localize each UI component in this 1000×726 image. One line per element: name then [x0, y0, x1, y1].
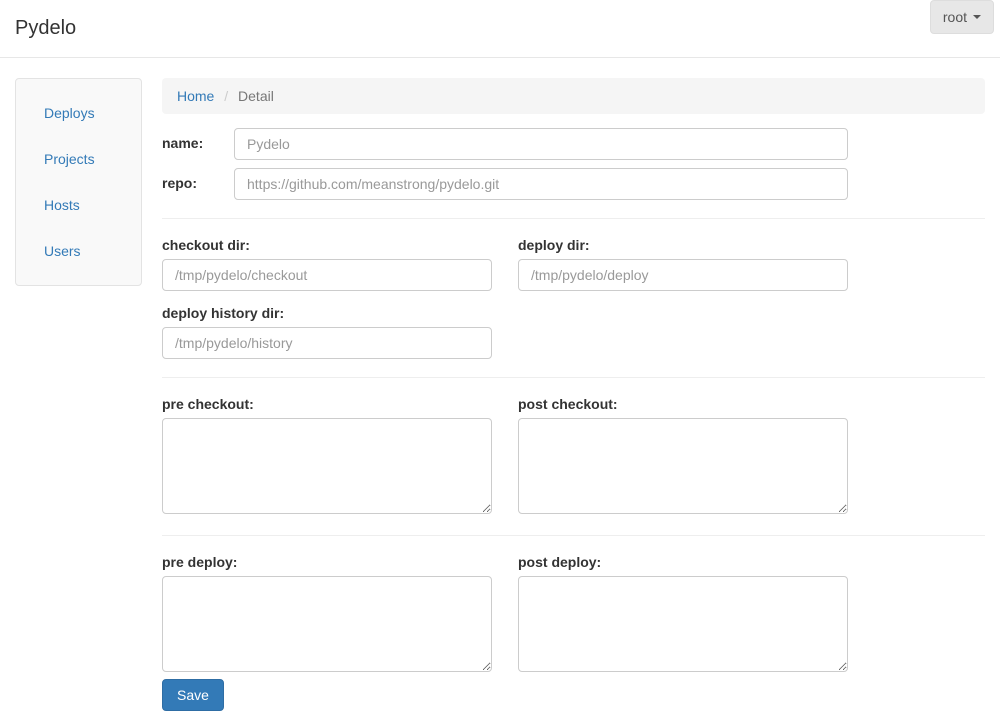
checkout-dir-input[interactable] — [162, 259, 492, 291]
post-checkout-label: post checkout: — [518, 396, 848, 412]
save-button[interactable]: Save — [162, 679, 224, 711]
pre-deploy-label: pre deploy: — [162, 554, 492, 570]
main-content: Home / Detail name: repo: checkout dir: — [162, 78, 985, 711]
breadcrumb-home[interactable]: Home — [177, 88, 214, 104]
navbar: Pydelo — [0, 0, 1000, 58]
post-deploy-input[interactable] — [518, 576, 848, 672]
deploy-dir-label: deploy dir: — [518, 237, 848, 253]
breadcrumb-separator: / — [218, 88, 234, 104]
name-label: name: — [162, 128, 234, 151]
pre-deploy-input[interactable] — [162, 576, 492, 672]
sidebar-item-hosts[interactable]: Hosts — [16, 189, 141, 221]
repo-input[interactable] — [234, 168, 848, 200]
breadcrumb: Home / Detail — [162, 78, 985, 114]
sidebar-item-deploys[interactable]: Deploys — [16, 97, 141, 129]
deploy-history-dir-input[interactable] — [162, 327, 492, 359]
checkout-dir-label: checkout dir: — [162, 237, 492, 253]
name-input[interactable] — [234, 128, 848, 160]
user-name: root — [943, 9, 967, 25]
brand: Pydelo — [15, 17, 76, 40]
pre-checkout-input[interactable] — [162, 418, 492, 514]
container: Deploys Projects Hosts Users Home / Deta… — [0, 58, 1000, 726]
post-checkout-input[interactable] — [518, 418, 848, 514]
deploy-dir-input[interactable] — [518, 259, 848, 291]
divider — [162, 218, 985, 219]
breadcrumb-current: Detail — [238, 88, 274, 104]
deploy-history-dir-label: deploy history dir: — [162, 305, 492, 321]
repo-label: repo: — [162, 168, 234, 191]
sidebar-item-projects[interactable]: Projects — [16, 143, 141, 175]
divider — [162, 377, 985, 378]
sidebar: Deploys Projects Hosts Users — [15, 78, 142, 286]
divider — [162, 535, 985, 536]
sidebar-item-users[interactable]: Users — [16, 235, 141, 267]
post-deploy-label: post deploy: — [518, 554, 848, 570]
user-dropdown[interactable]: root — [930, 0, 994, 34]
chevron-down-icon — [973, 15, 981, 19]
pre-checkout-label: pre checkout: — [162, 396, 492, 412]
